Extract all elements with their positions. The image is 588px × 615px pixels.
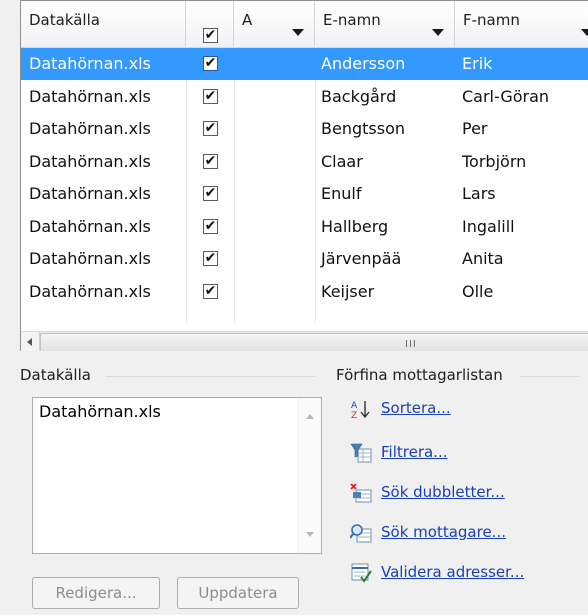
scroll-left-icon[interactable] (21, 332, 40, 351)
datasource-listbox[interactable]: Datahörnan.xls (32, 397, 322, 554)
find-recipient-link[interactable]: Sök mottagare... (381, 523, 506, 541)
chevron-down-icon[interactable] (292, 29, 304, 36)
scroll-up-icon[interactable] (306, 414, 314, 419)
cell-firstname: Lars (462, 184, 496, 203)
cell-lastname: Bengtsson (321, 119, 405, 138)
datasource-section-title: Datakälla (20, 366, 91, 384)
filter-icon (350, 443, 372, 463)
scroll-grip: III (405, 339, 417, 350)
table-row[interactable]: Datahörnan.xls ✔ Hallberg Ingalill (21, 211, 588, 243)
cell-lastname: Enulf (321, 184, 362, 203)
validate-addresses-icon (351, 563, 372, 583)
cell-firstname: Erik (462, 54, 493, 73)
table-row[interactable]: Datahörnan.xls ✔ Järvenpää Anita (21, 243, 588, 275)
cell-datasource: Datahörnan.xls (29, 151, 151, 171)
select-all-checkbox[interactable]: ✔ (203, 28, 218, 43)
find-recipient-icon (350, 524, 372, 543)
row-checkbox[interactable]: ✔ (203, 121, 218, 136)
svg-text:Z: Z (351, 411, 357, 420)
cell-lastname: Andersson (321, 54, 406, 73)
cell-firstname: Olle (462, 281, 494, 301)
validate-addresses-link[interactable]: Validera adresser... (381, 563, 524, 581)
sort-icon: A Z (351, 401, 370, 420)
column-header-datasource[interactable]: Datakälla (21, 1, 186, 47)
row-checkbox[interactable]: ✔ (203, 283, 218, 299)
cell-datasource: Datahörnan.xls (29, 86, 151, 106)
sort-link[interactable]: Sortera... (381, 399, 451, 417)
cell-lastname: Keijser (321, 281, 375, 301)
cell-datasource: Datahörnan.xls (29, 216, 151, 236)
column-header-check[interactable]: ✔ (186, 1, 234, 47)
section-divider (106, 376, 316, 377)
column-header-label: F-namn (463, 11, 520, 29)
chevron-down-icon[interactable] (581, 29, 588, 36)
table-row[interactable]: Datahörnan.xls ✔ Claar Torbjörn (21, 146, 588, 178)
row-checkbox[interactable]: ✔ (203, 88, 218, 104)
horizontal-scrollbar[interactable]: III (21, 331, 588, 351)
find-duplicates-link[interactable]: Sök dubbletter... (381, 483, 505, 501)
table-row[interactable]: Datahörnan.xls ✔ Andersson Erik (21, 48, 588, 80)
cell-firstname: Torbjörn (462, 151, 527, 171)
scroll-thumb[interactable]: III (40, 333, 588, 351)
cell-datasource: Datahörnan.xls (29, 54, 151, 73)
table-row[interactable]: Datahörnan.xls ✔ Bengtsson Per (21, 113, 588, 145)
column-header-firstname[interactable]: F-namn (455, 1, 588, 47)
cell-lastname: Backgård (321, 86, 397, 106)
table-row[interactable]: Datahörnan.xls ✔ Enulf Lars (21, 178, 588, 210)
section-divider (520, 376, 580, 377)
refine-section-title: Förfina mottagarlistan (336, 366, 503, 384)
chevron-down-icon[interactable] (432, 29, 444, 36)
column-header-a[interactable]: A (234, 1, 315, 47)
recipient-grid: Datakälla ✔ A E-namn F-namn Datahörnan.x… (20, 0, 588, 351)
cell-lastname: Järvenpää (321, 249, 402, 268)
cell-lastname: Claar (321, 151, 363, 171)
scroll-down-icon[interactable] (306, 532, 314, 537)
edit-button[interactable]: Redigera... (32, 577, 160, 609)
cell-firstname: Ingalill (462, 216, 515, 236)
filter-link[interactable]: Filtrera... (381, 443, 447, 461)
list-item[interactable]: Datahörnan.xls (39, 402, 161, 421)
column-header-label: Datakälla (29, 11, 100, 29)
row-checkbox[interactable]: ✔ (203, 153, 218, 169)
find-duplicates-icon (350, 483, 372, 503)
column-header-label: A (242, 11, 253, 29)
vertical-scrollbar[interactable] (298, 398, 321, 553)
svg-text:A: A (351, 401, 358, 411)
grid-header: Datakälla ✔ A E-namn F-namn (21, 1, 588, 48)
table-row[interactable]: Datahörnan.xls ✔ Backgård Carl-Göran (21, 81, 588, 113)
row-checkbox[interactable]: ✔ (203, 186, 218, 201)
table-row[interactable]: Datahörnan.xls ✔ Keijser Olle (21, 276, 588, 308)
cell-firstname: Carl-Göran (462, 86, 550, 106)
row-checkbox[interactable]: ✔ (203, 218, 218, 234)
cell-datasource: Datahörnan.xls (29, 249, 151, 268)
row-checkbox[interactable]: ✔ (203, 56, 218, 71)
cell-lastname: Hallberg (321, 216, 389, 236)
cell-datasource: Datahörnan.xls (29, 281, 151, 301)
cell-datasource: Datahörnan.xls (29, 184, 151, 203)
cell-firstname: Anita (462, 249, 504, 268)
update-button[interactable]: Uppdatera (177, 577, 299, 609)
cell-datasource: Datahörnan.xls (29, 119, 151, 138)
row-checkbox[interactable]: ✔ (203, 251, 218, 266)
cell-firstname: Per (462, 119, 488, 138)
column-header-label: E-namn (323, 11, 381, 29)
column-header-lastname[interactable]: E-namn (315, 1, 455, 47)
